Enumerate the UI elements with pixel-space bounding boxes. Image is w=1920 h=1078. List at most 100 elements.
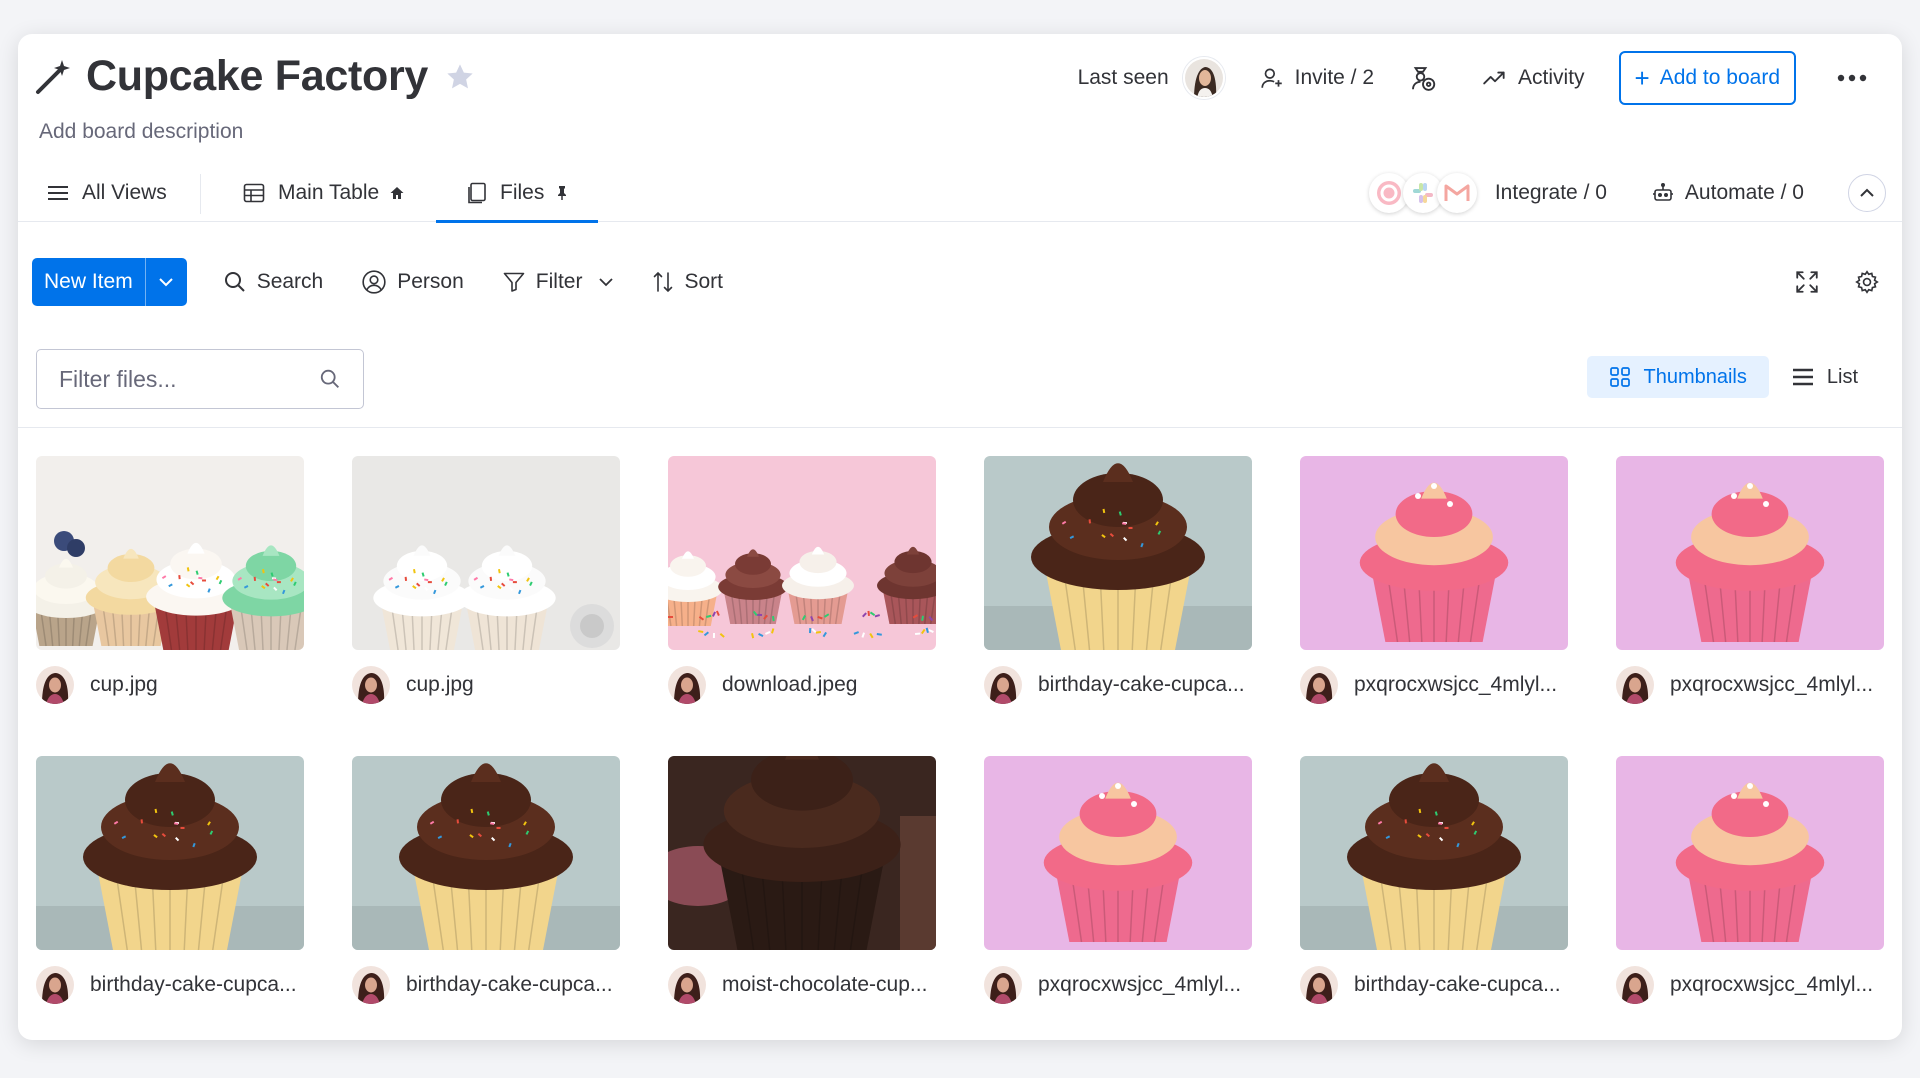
hamburger-menu-icon	[48, 186, 68, 200]
sort-arrows-icon	[654, 271, 673, 293]
file-thumbnail[interactable]	[668, 456, 936, 650]
file-thumbnail[interactable]	[1616, 456, 1884, 650]
board-description[interactable]: Add board description	[39, 120, 243, 144]
file-name[interactable]: cup.jpg	[406, 673, 474, 697]
file-card-footer: pxqrocxwsjcc_4mlyl...	[984, 950, 1252, 1020]
activity-button[interactable]: Activity	[1482, 65, 1585, 91]
collapse-header-button[interactable]	[1848, 174, 1886, 212]
list-view-button[interactable]: List	[1769, 356, 1880, 398]
file-thumbnail[interactable]	[1300, 456, 1568, 650]
file-card[interactable]: birthday-cake-cupca...	[1300, 756, 1568, 1020]
avatar[interactable]	[984, 666, 1022, 704]
file-card[interactable]: birthday-cake-cupca...	[36, 756, 304, 1020]
star-icon[interactable]	[444, 61, 476, 93]
integrate-button[interactable]: Integrate / 0	[1495, 181, 1607, 205]
avatar[interactable]	[1616, 666, 1654, 704]
settings-button[interactable]	[1854, 269, 1880, 295]
file-name[interactable]: cup.jpg	[90, 673, 158, 697]
file-thumbnail[interactable]	[36, 756, 304, 950]
sort-button[interactable]: Sort	[652, 270, 723, 294]
file-card[interactable]: cup.jpg	[36, 456, 304, 720]
file-name[interactable]: pxqrocxwsjcc_4mlyl...	[1038, 973, 1241, 997]
tab-files[interactable]: Files	[436, 164, 599, 223]
avatar[interactable]	[1616, 966, 1654, 1004]
files-grid: cup.jpg cup.jpg download.jpeg birthday-c…	[36, 456, 1884, 1020]
last-seen-label: Last seen	[1077, 66, 1169, 89]
file-thumbnail[interactable]	[668, 756, 936, 950]
avatar[interactable]	[1300, 666, 1338, 704]
avatar[interactable]	[352, 966, 390, 1004]
avatar[interactable]	[984, 966, 1022, 1004]
board-title[interactable]: Cupcake Factory	[86, 52, 428, 101]
last-seen[interactable]: Last seen	[1078, 57, 1225, 99]
new-item-dropdown[interactable]	[144, 258, 187, 306]
tab-divider	[200, 174, 201, 214]
filter-button[interactable]: Filter	[502, 270, 615, 294]
chevron-down-icon	[159, 278, 173, 287]
filter-files-field[interactable]	[36, 349, 364, 409]
dark-chocolate-cupcake-image	[668, 756, 936, 950]
file-name[interactable]: birthday-cake-cupca...	[406, 973, 613, 997]
new-item-label[interactable]: New Item	[32, 258, 145, 306]
new-item-button[interactable]: New Item	[32, 258, 187, 306]
file-name[interactable]: download.jpeg	[722, 673, 857, 697]
tab-main-table[interactable]: Main Table	[242, 164, 405, 222]
search-button[interactable]: Search	[223, 270, 323, 294]
file-card[interactable]: cup.jpg	[352, 456, 620, 720]
avatar[interactable]	[36, 966, 74, 1004]
integrations-automations: Integrate / 0 Automate / 0	[1368, 164, 1886, 222]
tab-main-table-label: Main Table	[278, 181, 380, 204]
filter-files-input[interactable]	[59, 365, 319, 393]
file-thumbnail[interactable]	[984, 456, 1252, 650]
person-filter-button[interactable]: Person	[361, 269, 464, 295]
file-card[interactable]: birthday-cake-cupca...	[352, 756, 620, 1020]
file-name[interactable]: birthday-cake-cupca...	[1354, 973, 1561, 997]
file-thumbnail[interactable]	[1616, 756, 1884, 950]
invite-button[interactable]: Invite / 2	[1259, 65, 1374, 91]
file-thumbnail[interactable]	[1300, 756, 1568, 950]
file-card[interactable]: birthday-cake-cupca...	[984, 456, 1252, 720]
pink-frosting-cupcake-image	[1616, 756, 1884, 950]
file-name[interactable]: pxqrocxwsjcc_4mlyl...	[1670, 973, 1873, 997]
table-icon	[243, 183, 265, 203]
file-card[interactable]: pxqrocxwsjcc_4mlyl...	[1300, 456, 1568, 720]
avatar[interactable]	[668, 966, 706, 1004]
file-card[interactable]: pxqrocxwsjcc_4mlyl...	[984, 756, 1252, 1020]
more-options-button[interactable]	[1832, 74, 1872, 82]
avatar[interactable]	[352, 666, 390, 704]
file-card[interactable]: pxqrocxwsjcc_4mlyl...	[1616, 756, 1884, 1020]
file-card[interactable]: download.jpeg	[668, 456, 936, 720]
file-thumbnail[interactable]	[36, 456, 304, 650]
integration-icons[interactable]	[1368, 173, 1477, 213]
avatar[interactable]	[1300, 966, 1338, 1004]
file-thumbnail[interactable]	[984, 756, 1252, 950]
avatar[interactable]	[36, 666, 74, 704]
file-name[interactable]: pxqrocxwsjcc_4mlyl...	[1670, 673, 1873, 697]
person-circle-icon	[362, 270, 386, 294]
thumbnails-view-button[interactable]: Thumbnails	[1587, 356, 1769, 398]
file-card[interactable]: pxqrocxwsjcc_4mlyl...	[1616, 456, 1884, 720]
file-name[interactable]: birthday-cake-cupca...	[1038, 673, 1245, 697]
file-thumbnail[interactable]	[352, 456, 620, 650]
file-card-footer: pxqrocxwsjcc_4mlyl...	[1616, 650, 1884, 720]
person-label: Person	[397, 270, 464, 293]
board-toolbar: New Item Search Person Filter Sort	[32, 258, 1902, 306]
guest-access-button[interactable]	[1408, 63, 1448, 93]
file-name[interactable]: pxqrocxwsjcc_4mlyl...	[1354, 673, 1557, 697]
add-to-board-button[interactable]: + Add to board	[1618, 51, 1796, 105]
file-name[interactable]: moist-chocolate-cup...	[722, 973, 927, 997]
tab-all-views[interactable]: All Views	[46, 164, 167, 222]
fullscreen-button[interactable]	[1794, 269, 1820, 295]
cupcake-row-assorted-image	[36, 456, 304, 650]
chevron-down-icon[interactable]	[598, 277, 614, 287]
grid-icon	[1610, 367, 1631, 387]
tab-files-label: Files	[500, 181, 545, 204]
pink-frosting-cupcake-image	[984, 756, 1252, 950]
automate-button[interactable]: Automate / 0	[1651, 181, 1804, 205]
file-name[interactable]: birthday-cake-cupca...	[90, 973, 297, 997]
file-card-footer: cup.jpg	[36, 650, 304, 720]
file-card[interactable]: moist-chocolate-cup...	[668, 756, 936, 1020]
file-thumbnail[interactable]	[352, 756, 620, 950]
avatar[interactable]	[668, 666, 706, 704]
pink-frosting-cupcake-image	[1616, 456, 1884, 650]
